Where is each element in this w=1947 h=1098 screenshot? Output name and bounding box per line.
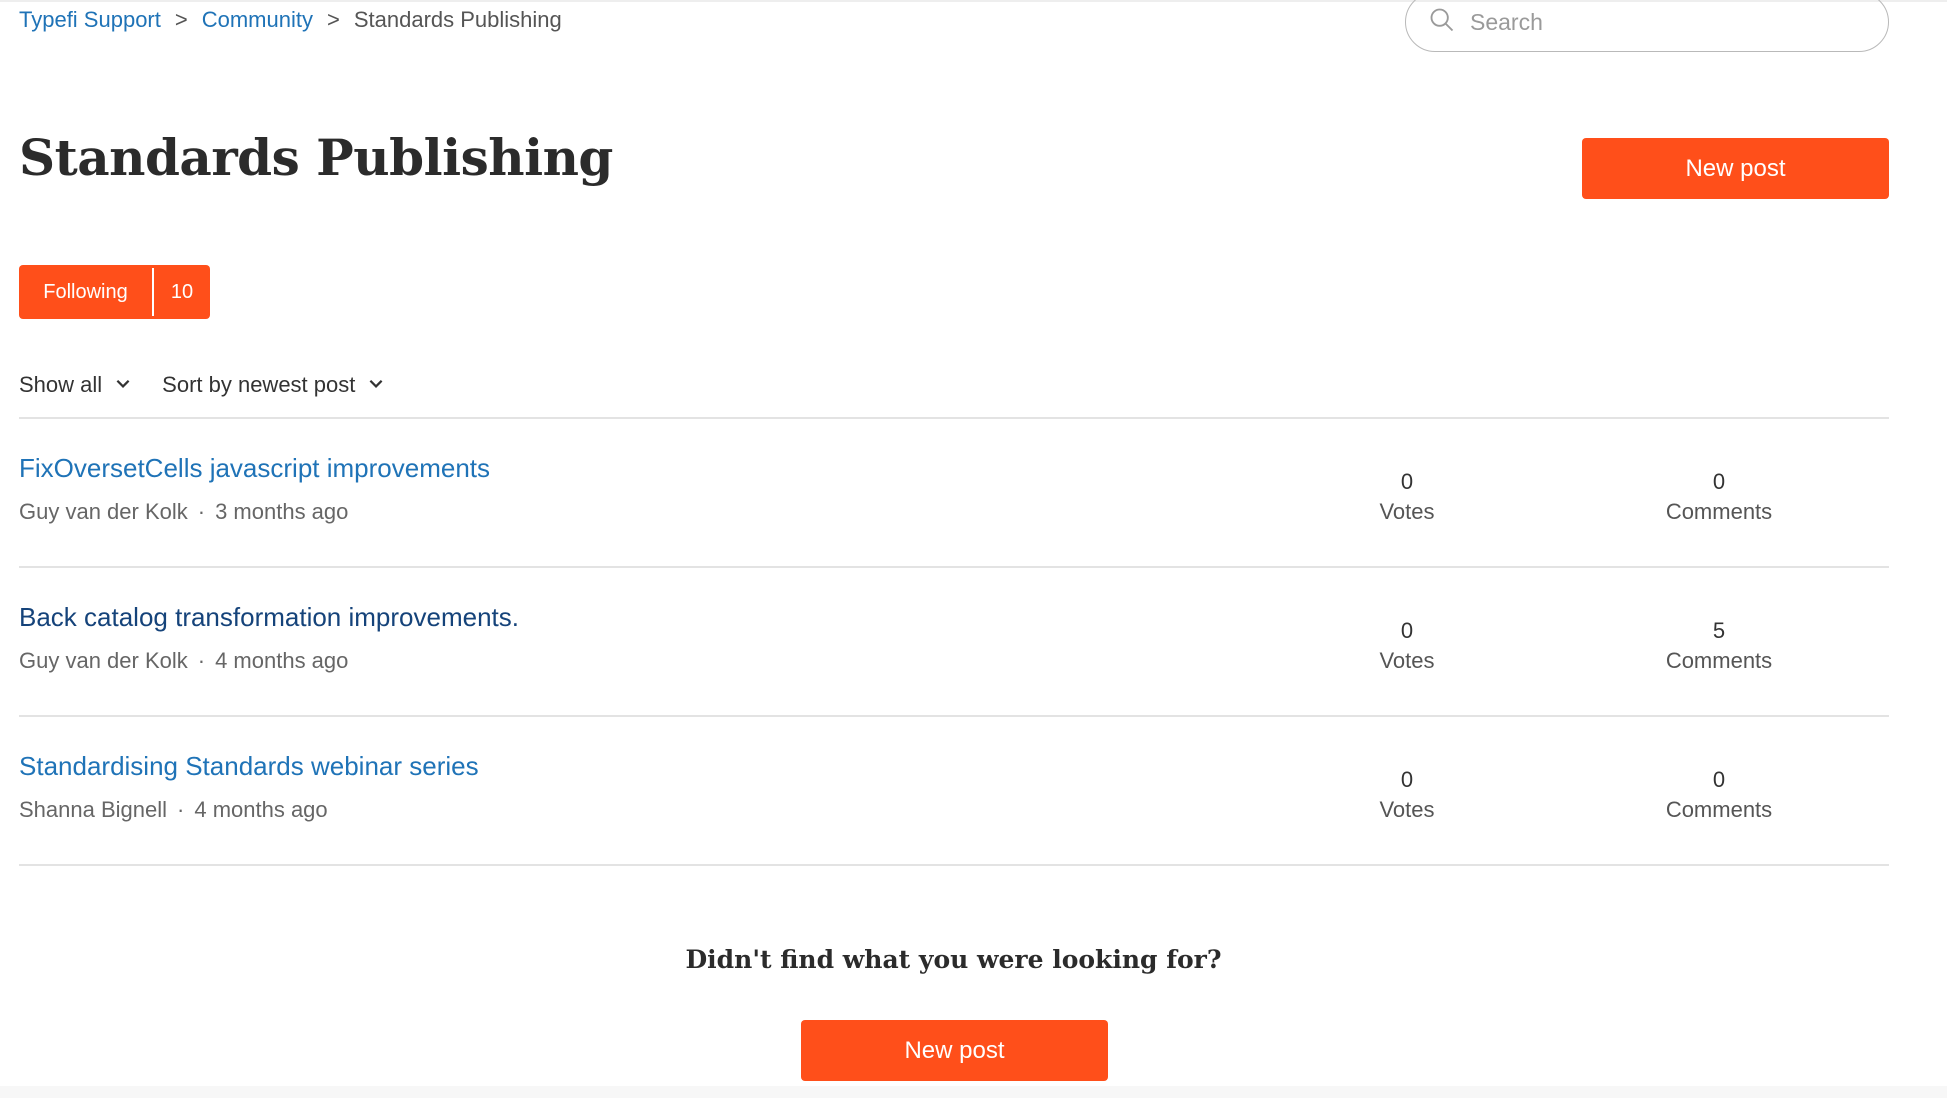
votes-count: 0 — [1400, 469, 1414, 494]
search-input[interactable] — [1470, 8, 1850, 36]
breadcrumb-current: Standards Publishing — [353, 7, 562, 32]
comments-stat: 5 Comments — [1649, 616, 1789, 676]
breadcrumb: Typefi Support > Community > Standards P… — [19, 7, 562, 33]
chevron-down-icon — [102, 372, 132, 398]
votes-stat: 0 Votes — [1337, 616, 1477, 676]
breadcrumb-link-typefi-support[interactable]: Typefi Support — [19, 7, 161, 33]
post-time: 3 months ago — [215, 499, 349, 524]
follower-count: 10 — [170, 280, 194, 303]
post-author: Guy van der Kolk — [19, 499, 188, 524]
votes-label: Votes — [1379, 648, 1435, 673]
page-footer-strip — [0, 1086, 1947, 1098]
breadcrumb-separator: > — [326, 7, 340, 32]
sort-dropdown[interactable]: Sort by newest post — [162, 372, 385, 398]
votes-stat: 0 Votes — [1337, 467, 1477, 527]
chevron-down-icon — [355, 372, 385, 398]
post-meta: Shanna Bignell · 4 months ago — [19, 797, 328, 823]
comments-stat: 0 Comments — [1649, 467, 1789, 527]
search-box[interactable] — [1405, 0, 1889, 52]
comments-label: Comments — [1665, 648, 1773, 673]
post-time: 4 months ago — [194, 797, 328, 822]
new-post-button[interactable]: New post — [1582, 138, 1889, 199]
meta-separator: · — [197, 648, 206, 673]
post-meta: Guy van der Kolk · 3 months ago — [19, 499, 348, 525]
comments-label: Comments — [1665, 797, 1773, 822]
following-label: Following — [43, 280, 128, 303]
post-title-link[interactable]: Back catalog transformation improvements… — [19, 602, 519, 633]
post-author: Shanna Bignell — [19, 797, 168, 822]
comments-count: 5 — [1712, 618, 1726, 643]
page-title: Standards Publishing — [19, 128, 613, 187]
post-item: FixOversetCells javascript improvements … — [19, 419, 1889, 567]
comments-stat: 0 Comments — [1649, 765, 1789, 825]
post-title-link[interactable]: Standardising Standards webinar series — [19, 751, 479, 782]
breadcrumb-separator: > — [174, 7, 188, 32]
comments-count: 0 — [1712, 469, 1726, 494]
post-item: Standardising Standards webinar series S… — [19, 717, 1889, 865]
show-filter-dropdown[interactable]: Show all — [19, 372, 132, 398]
not-found-prompt: Didn't find what you were looking for? — [685, 945, 1222, 974]
votes-count: 0 — [1400, 618, 1414, 643]
post-item: Back catalog transformation improvements… — [19, 568, 1889, 716]
following-button[interactable]: Following 10 — [19, 265, 210, 319]
post-title-link[interactable]: FixOversetCells javascript improvements — [19, 453, 490, 484]
comments-count: 0 — [1712, 767, 1726, 792]
post-time: 4 months ago — [215, 648, 349, 673]
filter-bar: Show all Sort by newest post — [19, 372, 385, 398]
breadcrumb-link-community[interactable]: Community — [202, 7, 313, 33]
sort-label: Sort by newest post — [162, 372, 356, 397]
votes-stat: 0 Votes — [1337, 765, 1477, 825]
new-post-button-bottom[interactable]: New post — [801, 1020, 1108, 1081]
show-filter-label: Show all — [19, 372, 103, 397]
votes-count: 0 — [1400, 767, 1414, 792]
votes-label: Votes — [1379, 499, 1435, 524]
post-meta: Guy van der Kolk · 4 months ago — [19, 648, 348, 674]
comments-label: Comments — [1665, 499, 1773, 524]
list-divider — [19, 864, 1889, 866]
meta-separator: · — [197, 499, 206, 524]
meta-separator: · — [177, 797, 185, 822]
search-icon — [1428, 6, 1456, 39]
post-author: Guy van der Kolk — [19, 648, 188, 673]
votes-label: Votes — [1379, 797, 1435, 822]
